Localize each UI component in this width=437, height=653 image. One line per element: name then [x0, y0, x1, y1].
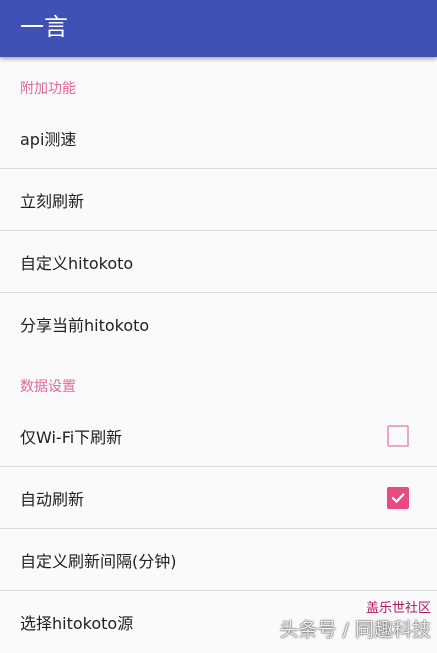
watermark: 头条号 / 同趣科技 — [279, 619, 431, 641]
pref-custom-refresh-interval[interactable]: 自定义刷新间隔(分钟) — [0, 529, 437, 591]
app-bar: 一言 — [0, 0, 437, 57]
pref-api-speed-test[interactable]: api测速 — [0, 107, 437, 169]
pref-title: 分享当前hitokoto — [20, 316, 150, 335]
category-label: 数据设置 — [20, 379, 76, 395]
pref-title: 立刻刷新 — [20, 191, 85, 211]
pref-title: 自定义hitokoto — [20, 253, 134, 273]
pref-title: 自动刷新 — [20, 489, 85, 509]
app-title: 一言 — [20, 13, 68, 41]
pref-title: 选择hitokoto源 — [20, 614, 134, 633]
category-data-settings: 数据设置 — [0, 355, 437, 405]
wifi-only-checkbox[interactable] — [387, 424, 409, 447]
settings-list: 附加功能 api测速 立刻刷新 自定义hitokoto 分享当前hitokoto… — [0, 57, 437, 653]
pref-title: 仅Wi-Fi下刷新 — [20, 427, 123, 447]
pref-wifi-only-refresh[interactable]: 仅Wi-Fi下刷新 — [0, 405, 437, 467]
auto-refresh-checkbox[interactable] — [387, 486, 409, 509]
pref-refresh-now[interactable]: 立刻刷新 — [0, 169, 437, 231]
pref-title: 自定义刷新间隔(分钟) — [20, 551, 177, 571]
category-extra-features: 附加功能 — [0, 57, 437, 107]
pref-share-hitokoto[interactable]: 分享当前hitokoto — [0, 293, 437, 355]
pref-title: api测速 — [20, 129, 77, 149]
category-label: 附加功能 — [20, 81, 76, 97]
checkmark-icon — [391, 492, 405, 503]
pref-auto-refresh[interactable]: 自动刷新 — [0, 467, 437, 529]
pref-custom-hitokoto[interactable]: 自定义hitokoto — [0, 231, 437, 293]
watermark-badge: 盖乐世社区 — [365, 601, 431, 616]
